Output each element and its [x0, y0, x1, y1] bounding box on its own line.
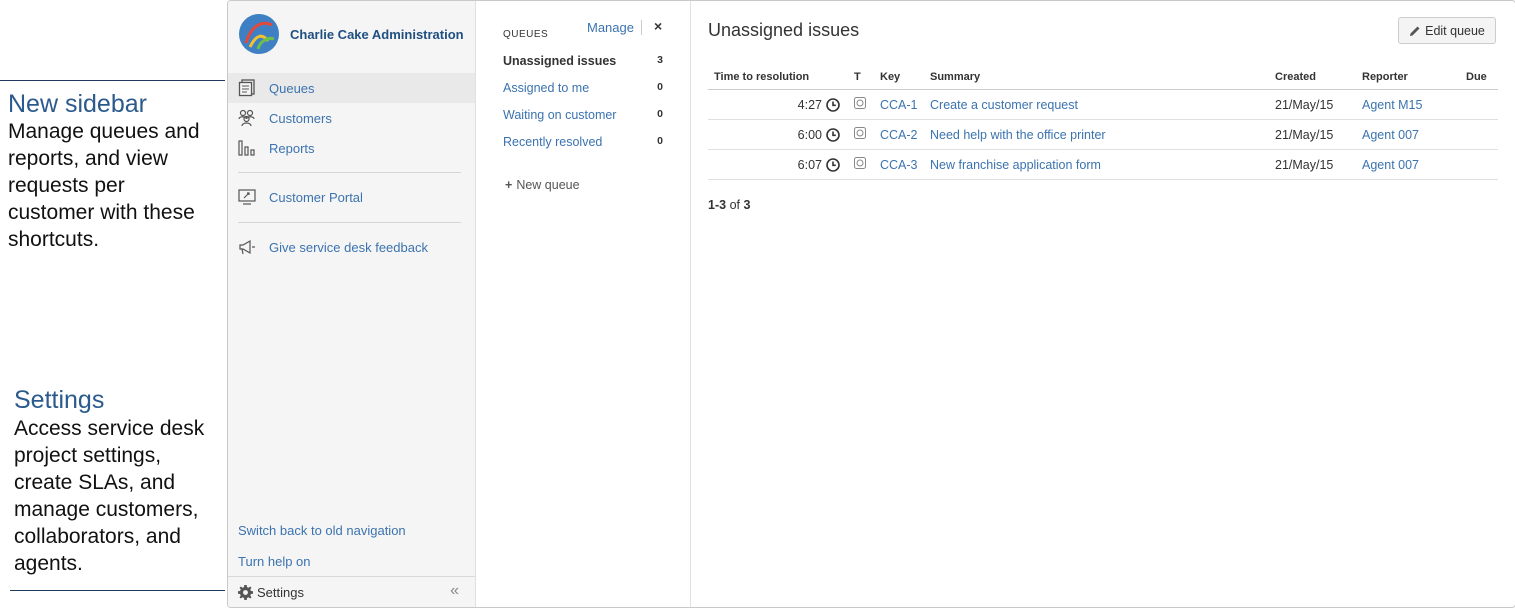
column-reporter[interactable]: Reporter: [1356, 65, 1460, 90]
clock-icon: [826, 127, 840, 142]
queue-item-unassigned[interactable]: Unassigned issues 3: [503, 54, 663, 68]
table-row[interactable]: 6:00 CCA-2 Need help with the office pri…: [708, 119, 1498, 150]
sidebar-divider: [238, 222, 461, 223]
queue-count: 0: [657, 135, 663, 147]
issue-reporter[interactable]: Agent M15: [1356, 89, 1460, 120]
sidebar-divider: [238, 172, 461, 173]
annotation-settings-text: Access service desk project settings, cr…: [14, 417, 205, 575]
annotation-sidebar-text: Manage queues and reports, and view requ…: [8, 120, 200, 251]
divider: [641, 20, 642, 35]
new-queue-button[interactable]: + New queue: [505, 178, 580, 192]
sidebar-item-reports[interactable]: Reports: [228, 133, 475, 163]
column-due[interactable]: Due: [1460, 65, 1498, 90]
page-title: Unassigned issues: [708, 20, 860, 40]
queues-icon: [238, 79, 255, 97]
project-name: Charlie Cake Administration: [290, 26, 464, 42]
clock-icon: [826, 157, 840, 172]
edit-queue-button[interactable]: Edit queue: [1398, 17, 1496, 44]
switch-navigation-link[interactable]: Switch back to old navigation: [238, 523, 406, 538]
queue-count: 3: [657, 54, 663, 66]
issue-due: [1460, 89, 1498, 120]
settings-link[interactable]: Settings: [257, 585, 304, 600]
column-key[interactable]: Key: [874, 65, 924, 90]
turn-help-on-link[interactable]: Turn help on: [238, 554, 311, 569]
column-summary[interactable]: Summary: [924, 65, 1269, 90]
question-type-icon: [854, 157, 866, 169]
queue-item-waiting-on-customer[interactable]: Waiting on customer 0: [503, 108, 663, 122]
table-row[interactable]: 6:07 CCA-3 New franchise application for…: [708, 149, 1498, 180]
sidebar-item-label: Customers: [269, 110, 332, 126]
issue-summary[interactable]: New franchise application form: [924, 149, 1269, 180]
issue-summary[interactable]: Need help with the office printer: [924, 119, 1269, 150]
sidebar-item-customer-portal[interactable]: Customer Portal: [228, 182, 475, 212]
project-logo-icon: [239, 14, 279, 54]
issue-created: 21/May/15: [1269, 89, 1356, 120]
issue-type: [848, 119, 874, 150]
project-header[interactable]: Charlie Cake Administration: [238, 13, 464, 55]
queue-label: Recently resolved: [503, 135, 603, 149]
close-panel-button[interactable]: ×: [654, 18, 662, 34]
service-desk-window: Charlie Cake Administration Queues Custo…: [227, 0, 1515, 608]
issue-type: [848, 149, 874, 180]
issues-table: Time to resolution T Key Summary Created…: [708, 65, 1498, 180]
customer-portal-icon: [238, 189, 256, 205]
clock-icon: [826, 97, 840, 112]
column-created[interactable]: Created: [1269, 65, 1356, 90]
column-type[interactable]: T: [848, 65, 874, 90]
time-to-resolution: 6:00: [708, 119, 848, 150]
annotation-line-bottom: [10, 590, 225, 591]
queue-count: 0: [657, 108, 663, 120]
sidebar-item-label: Queues: [269, 80, 315, 96]
sidebar-footer: Settings «: [228, 576, 475, 607]
sidebar-item-customers[interactable]: Customers: [228, 103, 475, 133]
queue-item-assigned-to-me[interactable]: Assigned to me 0: [503, 81, 663, 95]
customers-icon: [238, 109, 255, 127]
edit-queue-label: Edit queue: [1425, 23, 1485, 38]
annotation-sidebar-heading: New sidebar: [8, 90, 147, 118]
manage-queues-link[interactable]: Manage: [587, 20, 634, 35]
queue-count: 0: [657, 81, 663, 93]
column-time-to-resolution[interactable]: Time to resolution: [708, 65, 848, 90]
sidebar-item-label: Reports: [269, 140, 315, 156]
issue-key[interactable]: CCA-1: [874, 89, 924, 120]
issue-due: [1460, 149, 1498, 180]
megaphone-icon: [239, 239, 255, 255]
annotation-settings-heading: Settings: [14, 386, 105, 414]
issue-reporter[interactable]: Agent 007: [1356, 119, 1460, 150]
plus-icon: +: [505, 178, 513, 192]
queue-label: Assigned to me: [503, 81, 590, 95]
gear-icon[interactable]: [238, 585, 253, 600]
question-type-icon: [854, 127, 866, 139]
sidebar-item-queues[interactable]: Queues: [228, 73, 475, 103]
issue-due: [1460, 119, 1498, 150]
issue-key[interactable]: CCA-3: [874, 149, 924, 180]
issue-summary[interactable]: Create a customer request: [924, 89, 1269, 120]
sidebar-item-feedback[interactable]: Give service desk feedback: [228, 232, 475, 262]
reports-icon: [238, 140, 255, 156]
question-type-icon: [854, 97, 866, 109]
issue-key[interactable]: CCA-2: [874, 119, 924, 150]
time-to-resolution: 4:27: [708, 89, 848, 120]
pagination-summary: 1-3 of 3: [708, 198, 751, 212]
issue-created: 21/May/15: [1269, 119, 1356, 150]
sidebar-item-label: Give service desk feedback: [269, 239, 428, 255]
queues-heading: QUEUES: [503, 29, 549, 40]
sidebar: Charlie Cake Administration Queues Custo…: [228, 1, 476, 607]
issue-created: 21/May/15: [1269, 149, 1356, 180]
sidebar-item-label: Customer Portal: [269, 189, 363, 205]
time-to-resolution: 6:07: [708, 149, 848, 180]
queue-label: Unassigned issues: [503, 54, 617, 68]
table-header-row: Time to resolution T Key Summary Created…: [708, 65, 1498, 90]
pencil-icon: [1410, 26, 1420, 36]
issue-reporter[interactable]: Agent 007: [1356, 149, 1460, 180]
issue-type: [848, 89, 874, 120]
queue-item-recently-resolved[interactable]: Recently resolved 0: [503, 135, 663, 149]
main-content: Unassigned issues Edit queue Time to res…: [691, 1, 1515, 607]
collapse-sidebar-button[interactable]: «: [450, 582, 459, 600]
queue-label: Waiting on customer: [503, 108, 617, 122]
annotation-line-top: [0, 80, 225, 81]
new-queue-label: New queue: [516, 178, 580, 192]
table-row[interactable]: 4:27 CCA-1 Create a customer request 21/…: [708, 89, 1498, 120]
queues-panel: QUEUES Manage × Unassigned issues 3 Assi…: [476, 1, 691, 607]
